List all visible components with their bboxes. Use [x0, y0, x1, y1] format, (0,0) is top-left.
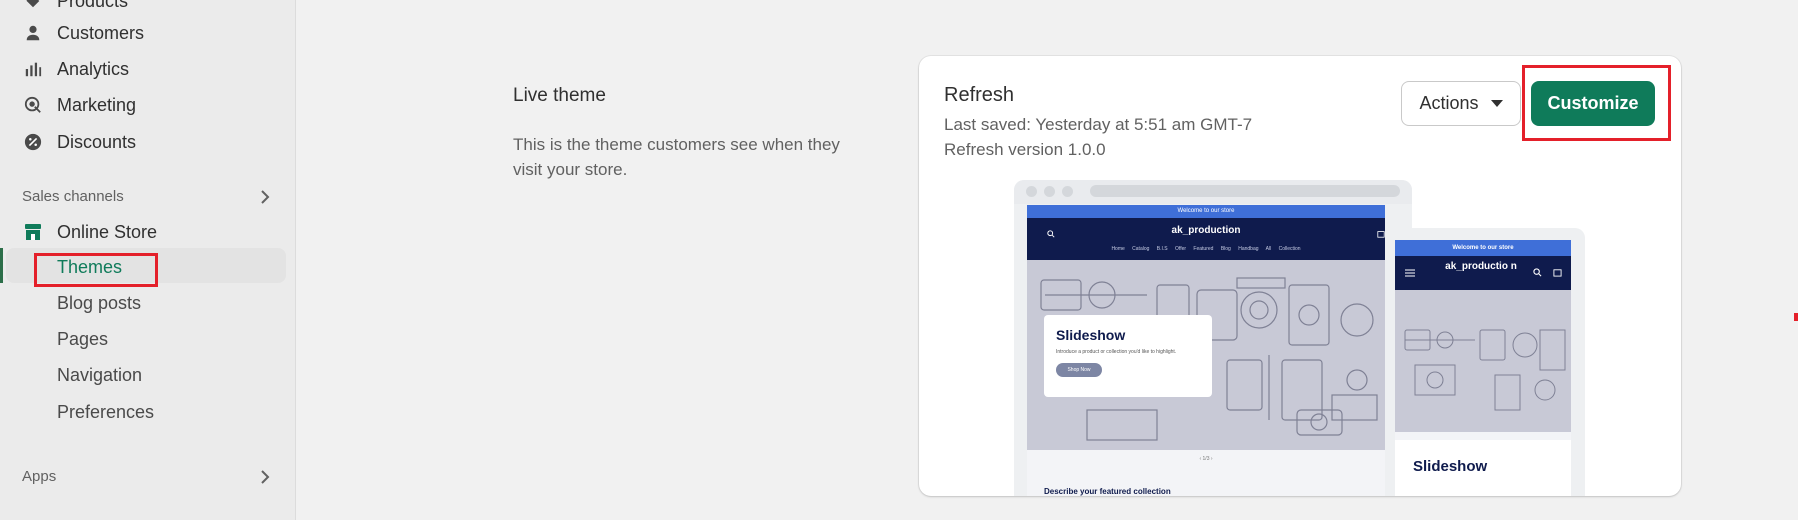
sales-channels-header[interactable]: Sales channels	[22, 188, 272, 205]
cart-icon	[1377, 231, 1385, 238]
sidebar-item-label: Discounts	[57, 131, 137, 152]
blog-posts-label: Blog posts	[57, 292, 142, 313]
browser-dot	[1026, 186, 1037, 197]
annotation-box-themes	[34, 253, 158, 287]
bar-chart-icon	[22, 58, 44, 80]
url-bar	[1090, 185, 1400, 197]
preferences-label: Preferences	[57, 401, 155, 422]
search-icon	[1533, 268, 1542, 277]
actions-button[interactable]: Actions	[1401, 81, 1521, 126]
sidebar-item-label: Products	[57, 0, 129, 11]
theme-version: Refresh version 1.0.0	[944, 140, 1106, 159]
sidebar-subitem-preferences[interactable]: Preferences	[57, 397, 154, 427]
annotation-box-customize	[1522, 65, 1671, 141]
edge-marker	[1794, 313, 1798, 321]
mobile-announcement-bar: Welcome to our store	[1395, 240, 1571, 256]
sidebar-item-marketing[interactable]: Marketing	[22, 90, 136, 120]
preview-hero: Slideshow Introduce a product or collect…	[1027, 260, 1385, 450]
browser-bar	[1014, 180, 1412, 204]
preview-site: Welcome to our store ak_production Home …	[1027, 205, 1385, 496]
mobile-preview[interactable]: Welcome to our store ak_productio n Slid…	[1385, 228, 1585, 496]
active-indicator	[0, 248, 3, 283]
last-saved: Last saved: Yesterday at 5:51 am GMT-7	[944, 115, 1253, 134]
preview-store-name: ak_production	[1171, 225, 1241, 236]
tag-icon	[22, 0, 44, 12]
chevron-right-icon	[261, 469, 270, 484]
live-theme-description: This is the theme customers see when the…	[513, 135, 840, 179]
sidebar-item-customers[interactable]: Customers	[22, 18, 144, 48]
chevron-right-icon	[261, 189, 270, 204]
sidebar-item-label: Customers	[57, 22, 145, 43]
live-theme-title: Live theme	[513, 85, 606, 106]
target-icon	[22, 94, 44, 116]
browser-dot	[1062, 186, 1073, 197]
sales-channels-label: Sales channels	[22, 188, 124, 205]
sidebar-subitem-navigation[interactable]: Navigation	[57, 360, 142, 390]
apps-header[interactable]: Apps	[22, 468, 272, 485]
sidebar-item-products[interactable]: Products	[22, 0, 128, 16]
apps-label: Apps	[22, 468, 57, 485]
sidebar-subitem-pages[interactable]: Pages	[57, 324, 108, 354]
shop-now-button: Shop Now	[1056, 363, 1102, 377]
caret-down-icon	[1490, 100, 1503, 107]
sidebar-item-label: Analytics	[57, 58, 130, 79]
menu-icon	[1405, 269, 1415, 277]
cart-icon	[1553, 269, 1562, 277]
store-icon	[22, 221, 44, 243]
sidebar-subitem-blog-posts[interactable]: Blog posts	[57, 288, 141, 318]
sidebar-item-label: Online Store	[57, 221, 158, 242]
sidebar-item-online-store[interactable]: Online Store	[22, 217, 157, 247]
actions-label: Actions	[1419, 93, 1479, 113]
browser-dot	[1044, 186, 1055, 197]
slideshow-subtitle: Introduce a product or collection you'd …	[1056, 349, 1177, 355]
discount-icon	[22, 131, 44, 153]
slideshow-card: Slideshow Introduce a product or collect…	[1044, 315, 1212, 397]
slideshow-title: Slideshow	[1056, 327, 1126, 343]
theme-card: Refresh Last saved: Yesterday at 5:51 am…	[919, 56, 1681, 496]
sidebar-item-label: Marketing	[57, 94, 137, 115]
sidebar-item-discounts[interactable]: Discounts	[22, 127, 136, 157]
announcement-bar: Welcome to our store	[1027, 205, 1385, 218]
mobile-hero-illustration	[1404, 329, 1566, 411]
mobile-store-name: ak_productio n	[1445, 261, 1517, 272]
slideshow-pager: ‹ 1/3 ›	[1199, 456, 1213, 462]
pages-label: Pages	[57, 328, 109, 349]
desktop-preview[interactable]: Welcome to our store ak_production Home …	[1014, 180, 1412, 496]
mobile-site: Welcome to our store ak_productio n Slid…	[1395, 240, 1571, 496]
preview-header: ak_production Home Catalog B.I.S Offer F…	[1027, 218, 1385, 260]
person-icon	[22, 22, 44, 44]
featured-collection-heading: Describe your featured collection	[1044, 487, 1171, 496]
mobile-hero	[1395, 290, 1571, 432]
mobile-slideshow-card: Slideshow	[1395, 440, 1571, 496]
mobile-slideshow-title: Slideshow	[1413, 458, 1488, 475]
sidebar: Products Customers Analytics Marketing D…	[0, 0, 296, 520]
navigation-label: Navigation	[57, 364, 143, 385]
mobile-header: ak_productio n	[1395, 256, 1571, 290]
sidebar-item-analytics[interactable]: Analytics	[22, 54, 129, 84]
preview-nav: Home Catalog B.I.S Offer Featured Blog H…	[1111, 246, 1301, 252]
theme-name: Refresh	[944, 84, 1015, 106]
